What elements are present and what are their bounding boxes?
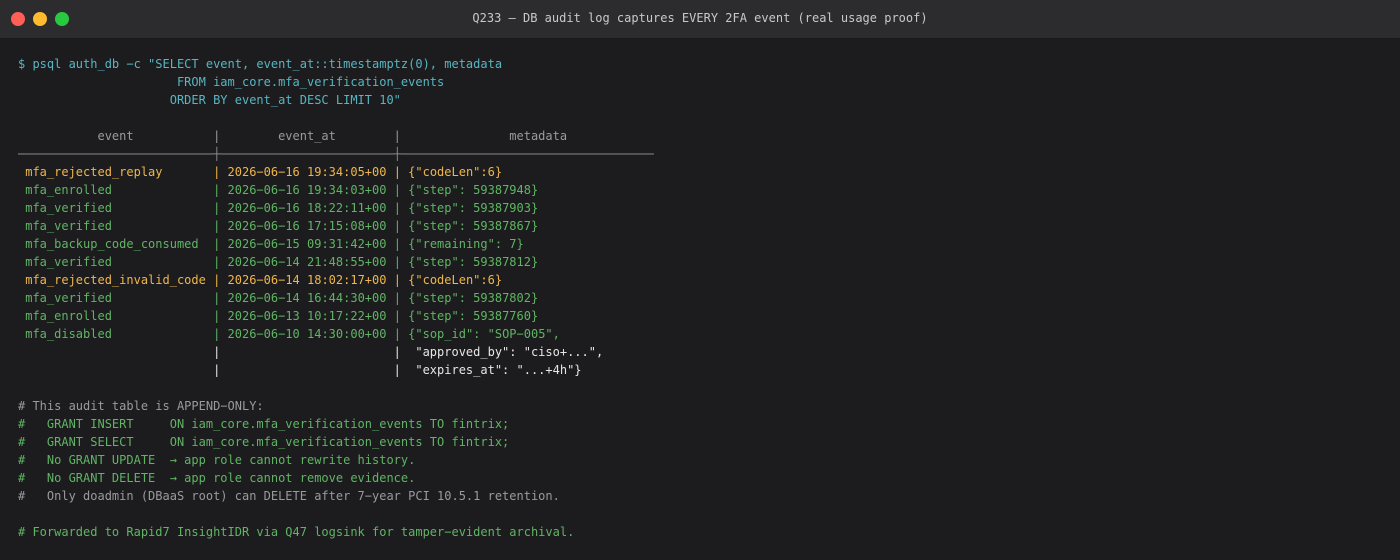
column-separator: | — [393, 237, 401, 251]
terminal-output[interactable]: $ psql auth_db −c "SELECT event, event_a… — [18, 55, 1388, 541]
command-line: ORDER BY event_at DESC LIMIT 10" — [18, 93, 401, 107]
column-separator: | — [393, 201, 401, 215]
event-at-cell: 2026−06−10 14:30:00+00 — [220, 327, 394, 341]
metadata-continuation: | | "approved_by": "ciso+...", — [18, 345, 604, 359]
column-separator: | — [393, 183, 401, 197]
table-row: mfa_verified | 2026−06−14 16:44:30+00 | … — [18, 289, 1388, 307]
comment-block: # This audit table is APPEND−ONLY: # GRAN… — [18, 397, 1388, 505]
metadata-cell: {"step": 59387903} — [400, 201, 539, 215]
event-cell: mfa_backup_code_consumed — [18, 237, 214, 251]
column-separator: | — [393, 273, 401, 287]
metadata-cell: {"remaining": 7} — [400, 237, 524, 251]
event-cell: mfa_enrolled — [18, 183, 214, 197]
event-at-cell: 2026−06−15 09:31:42+00 — [220, 237, 394, 251]
event-at-cell: 2026−06−14 21:48:55+00 — [220, 255, 394, 269]
event-at-cell: 2026−06−13 10:17:22+00 — [220, 309, 394, 323]
column-separator: | — [393, 219, 401, 233]
event-at-cell: 2026−06−16 17:15:08+00 — [220, 219, 394, 233]
metadata-cell: {"codeLen":6} — [400, 273, 503, 287]
event-cell: mfa_verified — [18, 255, 214, 269]
table-row: mfa_verified | 2026−06−16 18:22:11+00 | … — [18, 199, 1388, 217]
result-divider: ───────────────────────────┼────────────… — [18, 147, 654, 161]
table-row: mfa_enrolled | 2026−06−13 10:17:22+00 | … — [18, 307, 1388, 325]
event-cell: mfa_rejected_replay — [18, 165, 214, 179]
event-at-cell: 2026−06−16 19:34:05+00 — [220, 165, 394, 179]
comment-line: # GRANT SELECT ON iam_core.mfa_verificat… — [18, 435, 510, 449]
column-separator: | — [393, 309, 401, 323]
window-title: Q233 — DB audit log captures EVERY 2FA e… — [472, 11, 928, 25]
column-separator: | — [393, 255, 401, 269]
comment-line: # Only doadmin (DBaaS root) can DELETE a… — [18, 489, 560, 503]
comment-line: # No GRANT UPDATE → app role cannot rewr… — [18, 453, 416, 467]
table-row: mfa_disabled | 2026−06−10 14:30:00+00 | … — [18, 325, 1388, 343]
title-bar: Q233 — DB audit log captures EVERY 2FA e… — [0, 0, 1400, 39]
result-header: event | event_at | metadata — [18, 129, 568, 143]
column-separator: | — [393, 165, 401, 179]
metadata-cell: {"codeLen":6} — [400, 165, 503, 179]
event-at-cell: 2026−06−14 16:44:30+00 — [220, 291, 394, 305]
event-cell: mfa_rejected_invalid_code — [18, 273, 214, 287]
column-separator: | — [393, 327, 401, 341]
command-line: $ psql auth_db −c "SELECT event, event_a… — [18, 57, 503, 71]
event-at-cell: 2026−06−16 18:22:11+00 — [220, 201, 394, 215]
footer-comment: # Forwarded to Rapid7 InsightIDR via Q47… — [18, 525, 575, 539]
comment-line: # GRANT INSERT ON iam_core.mfa_verificat… — [18, 417, 510, 431]
table-row: mfa_verified | 2026−06−14 21:48:55+00 | … — [18, 253, 1388, 271]
table-row: mfa_rejected_replay | 2026−06−16 19:34:0… — [18, 163, 1388, 181]
table-row: mfa_rejected_invalid_code | 2026−06−14 1… — [18, 271, 1388, 289]
metadata-cell: {"step": 59387867} — [400, 219, 539, 233]
terminal-window: Q233 — DB audit log captures EVERY 2FA e… — [0, 0, 1400, 560]
event-cell: mfa_verified — [18, 219, 214, 233]
metadata-cell: {"step": 59387812} — [400, 255, 539, 269]
event-cell: mfa_disabled — [18, 327, 214, 341]
result-rows: mfa_rejected_replay | 2026−06−16 19:34:0… — [18, 163, 1388, 343]
table-row: mfa_verified | 2026−06−16 17:15:08+00 | … — [18, 217, 1388, 235]
metadata-cell: {"step": 59387760} — [400, 309, 539, 323]
event-cell: mfa_verified — [18, 291, 214, 305]
comment-line: # This audit table is APPEND−ONLY: — [18, 399, 264, 413]
event-at-cell: 2026−06−16 19:34:03+00 — [220, 183, 394, 197]
event-cell: mfa_enrolled — [18, 309, 214, 323]
command-line: FROM iam_core.mfa_verification_events — [18, 75, 445, 89]
table-row: mfa_backup_code_consumed | 2026−06−15 09… — [18, 235, 1388, 253]
metadata-cell: {"step": 59387948} — [400, 183, 539, 197]
event-cell: mfa_verified — [18, 201, 214, 215]
metadata-cell: {"sop_id": "SOP−005", — [400, 327, 560, 341]
metadata-cell: {"step": 59387802} — [400, 291, 539, 305]
event-at-cell: 2026−06−14 18:02:17+00 — [220, 273, 394, 287]
metadata-continuation: | | "expires_at": "...+4h"} — [18, 363, 582, 377]
table-row: mfa_enrolled | 2026−06−16 19:34:03+00 | … — [18, 181, 1388, 199]
column-separator: | — [393, 291, 401, 305]
comment-line: # No GRANT DELETE → app role cannot remo… — [18, 471, 416, 485]
